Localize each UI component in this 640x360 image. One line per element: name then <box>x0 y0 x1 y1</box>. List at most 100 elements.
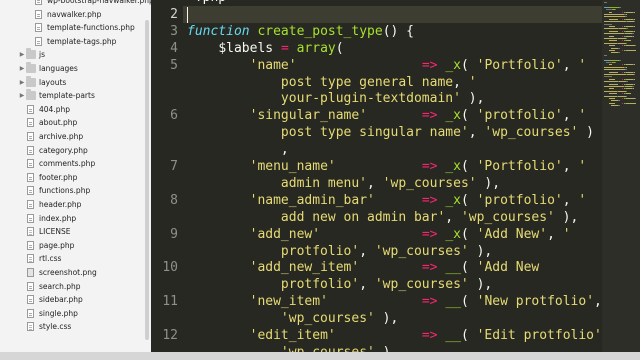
tree-item-label: template-tags.php <box>47 36 117 46</box>
file-item[interactable]: header.php <box>18 198 81 211</box>
file-item[interactable]: page.php <box>18 239 74 252</box>
code-token: 'name' <box>249 57 297 73</box>
folder-item[interactable]: ▶ layouts <box>18 75 66 89</box>
code-token: ( <box>460 192 477 208</box>
minimap-stroke <box>608 93 618 95</box>
file-item[interactable]: LICENSE <box>18 225 70 238</box>
code-line[interactable]: your-plugin-textdomain' ), <box>187 90 485 107</box>
minimap-stroke <box>608 88 615 90</box>
chevron-right-icon[interactable]: ▶ <box>18 76 26 89</box>
folder-icon <box>26 62 36 73</box>
code-token: post type singular name' <box>187 125 469 141</box>
tree-item-label: 404.php <box>39 104 70 114</box>
code-line[interactable]: 'menu_name' => _x( 'Portfolio', ' <box>187 158 587 175</box>
minimap-stroke <box>608 64 613 66</box>
tree-item-label: comments.php <box>39 159 96 169</box>
chevron-right-icon[interactable]: ▶ <box>18 48 26 61</box>
code-token: , <box>594 294 602 310</box>
minimap[interactable] <box>602 0 640 360</box>
folder-item[interactable]: ▶ template-parts <box>18 89 95 102</box>
code-token: => <box>421 108 438 124</box>
minimap-stroke <box>626 21 634 23</box>
file-item[interactable]: footer.php <box>18 171 77 184</box>
php-file-icon <box>35 9 42 19</box>
file-item[interactable]: functions.php <box>18 184 90 197</box>
file-item[interactable]: comments.php <box>18 157 95 170</box>
minimap-stroke <box>618 95 626 97</box>
minimap-stroke <box>619 28 627 30</box>
folder-item[interactable]: ▶ js <box>18 48 45 61</box>
code-token: _x <box>445 192 461 208</box>
php-file-icon <box>27 118 34 128</box>
code-token: , <box>445 209 461 225</box>
code-line[interactable]: protfolio', 'wp_courses' ), <box>187 276 492 293</box>
file-item[interactable]: screenshot.png <box>18 266 97 279</box>
code-line[interactable]: post type general name, ' <box>187 74 477 91</box>
minimap-stroke <box>611 47 619 49</box>
code-line[interactable]: $labels = array( <box>187 40 343 57</box>
code-line[interactable]: 'edit_item' => __( 'Edit protfolio' <box>187 327 602 344</box>
file-item[interactable]: wp-bootstrap-navwalker.php <box>26 0 151 7</box>
tree-item-label: header.php <box>39 200 82 209</box>
file-item[interactable]: search.php <box>18 280 81 293</box>
code-line[interactable]: function create_post_type() { <box>187 23 414 40</box>
code-token: ' <box>468 74 477 90</box>
file-item[interactable]: navwalker.php <box>26 8 101 21</box>
file-item[interactable]: category.php <box>18 144 88 157</box>
file-item[interactable]: template-tags.php <box>26 35 116 48</box>
code-line[interactable]: , <box>187 141 289 158</box>
code-token: ( <box>460 328 477 343</box>
code-line[interactable]: protfolio', 'wp_courses' ), <box>187 243 492 260</box>
code-line[interactable]: 'new_item' => __( 'New protfolio', <box>187 293 602 310</box>
code-line[interactable]: admin menu', 'wp_courses' ), <box>187 175 500 192</box>
code-line[interactable]: 'add_new_item' => __( 'Add New <box>187 259 540 276</box>
folder-item[interactable]: ▶ languages <box>18 62 78 75</box>
php-file-icon <box>27 186 34 196</box>
code-token: ) <box>578 125 594 141</box>
file-item[interactable]: 404.php <box>18 103 70 116</box>
code-token: , <box>453 74 469 90</box>
file-item[interactable]: about.php <box>18 116 77 129</box>
file-item[interactable]: single.php <box>18 307 78 320</box>
file-item[interactable]: index.php <box>18 212 76 225</box>
code-token: ), <box>374 311 399 327</box>
minimap-stroke <box>604 6 609 8</box>
line-number: 5 <box>170 57 178 73</box>
file-item[interactable]: template-functions.php <box>26 21 135 34</box>
sidebar-scrollbar[interactable] <box>145 20 149 340</box>
tree-item-label: page.php <box>39 240 75 250</box>
code-line[interactable]: 'name' => _x( 'Portfolio', ' <box>187 57 587 74</box>
php-file-icon <box>27 281 34 291</box>
code-line[interactable]: 'wp_courses' ), <box>187 310 398 327</box>
chevron-right-icon[interactable]: ▶ <box>18 89 26 102</box>
minimap-stroke <box>625 90 628 92</box>
file-item[interactable]: sidebar.php <box>18 293 83 306</box>
code-line[interactable]: add new on admin bar', 'wp_courses' ), <box>187 209 578 226</box>
file-item[interactable]: rtl.css <box>18 252 61 265</box>
minimap-stroke <box>618 90 626 92</box>
chevron-right-icon[interactable]: ▶ <box>18 62 26 75</box>
code-token: ( <box>460 260 477 276</box>
code-line[interactable]: <?php <box>187 0 226 6</box>
minimap-stroke <box>634 18 635 20</box>
code-token: , <box>359 243 375 259</box>
minimap-stroke <box>618 42 626 44</box>
minimap-stroke <box>608 11 613 13</box>
php-file-icon <box>35 0 42 5</box>
minimap-stroke <box>626 83 633 85</box>
code-line[interactable]: post type singular name', 'wp_courses' ) <box>187 124 594 141</box>
code-line[interactable]: 'name_admin_bar' => _x( 'protfolio', ' <box>187 192 587 209</box>
code-line[interactable]: 'singular_name' => _x( 'protfolio', ' <box>187 107 587 124</box>
code-editor[interactable]: 2345 6 7 8 9 10 11 12 <?php function create_post… <box>151 0 640 360</box>
code-line[interactable]: 'add_new' => _x( 'Add New', ' <box>187 226 571 243</box>
file-item[interactable]: style.css <box>18 320 71 333</box>
file-item[interactable]: archive.php <box>18 130 83 143</box>
minimap-stroke <box>626 98 636 99</box>
tree-item-label: template-functions.php <box>47 23 135 33</box>
